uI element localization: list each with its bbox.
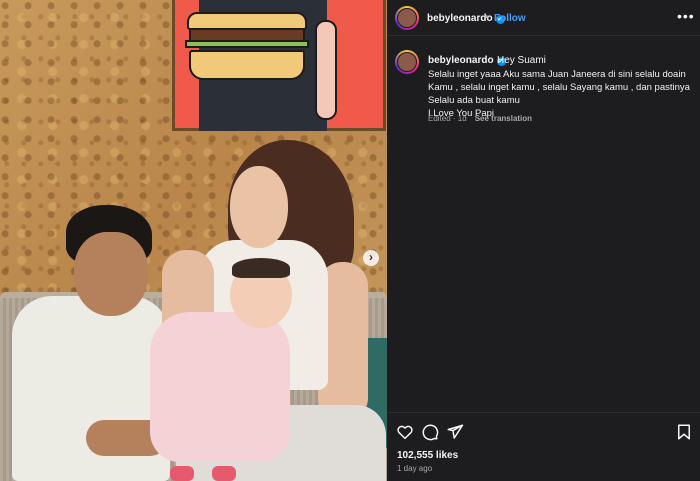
woman-face (230, 166, 288, 248)
see-translation-link[interactable]: See translation (475, 114, 532, 123)
post-photo[interactable]: › (0, 0, 387, 481)
boy-face (74, 232, 148, 316)
avatar[interactable] (395, 6, 419, 30)
baby-foot (170, 466, 194, 481)
comment-icon[interactable] (421, 423, 439, 441)
action-bar: 102,555 likes 1 day ago (387, 412, 700, 481)
more-icon[interactable]: ••• (677, 8, 695, 24)
heart-icon[interactable] (396, 423, 414, 441)
caption-username-text: bebyleonardo (428, 55, 494, 66)
share-icon[interactable] (446, 423, 464, 441)
post-side-panel: bebyleonardo ✓ • Follow ••• bebyleonardo ✓… (387, 0, 700, 481)
post-header: bebyleonardo ✓ • Follow ••• (387, 0, 700, 36)
username-link[interactable]: bebyleonardo ✓ (427, 13, 505, 24)
caption-avatar[interactable] (395, 50, 419, 74)
likes-count[interactable]: 102,555 likes (397, 450, 458, 461)
username-text: bebyleonardo (427, 13, 493, 24)
chevron-right-icon: › (369, 250, 373, 264)
separator-dot: • (485, 12, 489, 23)
baby-hair (232, 258, 290, 278)
burger-poster (172, 0, 386, 131)
follow-button[interactable]: Follow (494, 13, 526, 24)
baby-body (150, 312, 290, 462)
edited-label: Edited · 1d (428, 114, 467, 123)
baby-foot (212, 466, 236, 481)
caption-title: Hey Suami (497, 55, 546, 66)
caption-line: Selalu inget yaaa Aku sama Juan Janeera … (428, 69, 690, 106)
next-photo-button[interactable]: › (363, 250, 379, 266)
caption-username-link[interactable]: bebyleonardo ✓ (428, 55, 506, 66)
bookmark-icon[interactable] (675, 423, 693, 441)
caption-meta: Edited · 1d See translation (428, 114, 532, 123)
post-timestamp[interactable]: 1 day ago (397, 464, 432, 473)
caption-body: Selalu inget yaaa Aku sama Juan Janeera … (428, 68, 694, 120)
